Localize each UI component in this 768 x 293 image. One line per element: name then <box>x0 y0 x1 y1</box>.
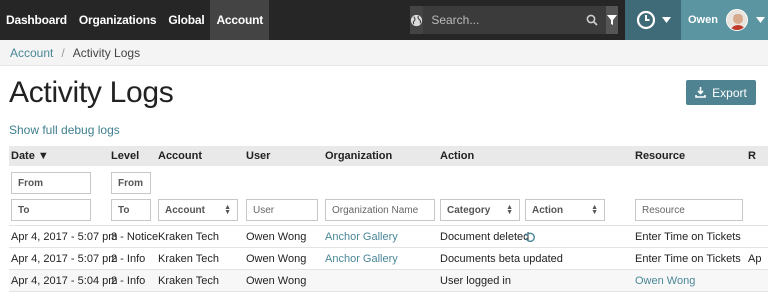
nav-dashboard[interactable]: Dashboard <box>0 0 73 40</box>
level-to-input[interactable]: To <box>111 199 151 221</box>
globe-scope-button[interactable] <box>410 6 424 34</box>
level-from-input[interactable]: From <box>111 172 151 194</box>
breadcrumb-current: Activity Logs <box>72 45 141 60</box>
category-select-label: Category <box>447 204 491 216</box>
chevron-down-icon <box>661 17 671 23</box>
search-filter-button[interactable] <box>606 6 618 34</box>
filter-icon <box>607 15 618 25</box>
search-box <box>423 6 607 34</box>
table-row: Apr 4, 2017 - 5:07 pm 3 - Notice Kraken … <box>9 226 768 248</box>
cell-account: Kraken Tech <box>158 275 219 287</box>
date-to-input[interactable]: To <box>11 199 91 221</box>
download-icon <box>695 87 706 98</box>
cell-resource: Enter Time on Tickets <box>635 253 741 265</box>
export-label: Export <box>712 85 747 100</box>
search-icon[interactable] <box>586 14 598 26</box>
select-arrows-icon: ▲ ▼ <box>506 204 513 216</box>
cell-organization-link[interactable]: Anchor Gallery <box>325 231 398 243</box>
cell-organization-link[interactable]: Anchor Gallery <box>325 253 398 265</box>
action-select-label: Action <box>532 204 564 216</box>
cell-level: 2 - Info <box>111 275 146 287</box>
column-header-action: Action <box>440 150 475 162</box>
breadcrumb-separator: / <box>61 45 65 60</box>
cell-level: 3 - Notice <box>111 231 159 243</box>
user-menu[interactable]: Owen <box>681 0 768 40</box>
cell-level: 2 - Info <box>111 253 146 265</box>
column-header-account: Account <box>158 150 202 162</box>
avatar <box>725 9 748 31</box>
select-arrows-icon: ▲ ▼ <box>224 204 231 216</box>
table-row: Apr 4, 2017 - 5:04 pm 2 - Info Kraken Te… <box>9 270 768 292</box>
breadcrumb-account-link[interactable]: Account <box>10 46 53 60</box>
chevron-down-icon <box>755 17 765 23</box>
filter-row: From To From To Account ▲ ▼ User Organiza… <box>9 166 768 226</box>
export-button[interactable]: Export <box>686 80 756 105</box>
cell-account: Kraken Tech <box>158 231 219 243</box>
show-debug-logs-link[interactable]: Show full debug logs <box>9 123 120 137</box>
column-header-user: User <box>246 150 271 162</box>
account-select[interactable]: Account ▲ ▼ <box>158 199 238 221</box>
nav-global[interactable]: Global <box>162 0 210 40</box>
table-row: Apr 4, 2017 - 5:07 pm 2 - Info Kraken Te… <box>9 248 768 270</box>
cell-overflow: Ap <box>748 253 762 265</box>
column-header-overflow: R <box>748 150 756 162</box>
top-navbar: Dashboard Organizations Global Account S… <box>0 0 768 40</box>
column-header-level: Level <box>111 150 140 162</box>
page-title: Activity Logs <box>9 76 174 109</box>
recent-history-button[interactable] <box>625 0 681 40</box>
user-name: Owen <box>688 14 718 26</box>
category-select[interactable]: Category ▲ ▼ <box>440 199 520 221</box>
nav-account[interactable]: Account <box>210 0 270 40</box>
search-input[interactable] <box>431 13 587 27</box>
column-header-resource: Resource <box>635 150 686 162</box>
organization-name-input[interactable]: Organization Name <box>325 199 435 221</box>
cell-user: Owen Wong <box>246 231 307 243</box>
nav-organizations[interactable]: Organizations <box>73 0 162 40</box>
column-header-organization: Organization <box>325 150 393 162</box>
cell-date: Apr 4, 2017 - 5:07 pm <box>11 253 118 265</box>
cell-date: Apr 4, 2017 - 5:07 pm <box>11 231 118 243</box>
user-input[interactable]: User <box>246 199 318 221</box>
cell-account: Kraken Tech <box>158 253 219 265</box>
cell-user: Owen Wong <box>246 253 307 265</box>
cell-action: Documents beta updated <box>440 253 563 265</box>
cell-action: User logged in <box>440 275 511 287</box>
cell-resource: Enter Time on Tickets <box>635 231 741 243</box>
restore-icon[interactable] <box>525 232 535 242</box>
date-from-input[interactable]: From <box>11 172 91 194</box>
cell-action: Document deleted <box>440 231 530 243</box>
activity-log-table: Date ▼ Level Account User Organization A… <box>9 146 768 292</box>
cell-date: Apr 4, 2017 - 5:04 pm <box>11 275 118 287</box>
clock-icon <box>636 10 655 30</box>
main-nav: Dashboard Organizations Global Account <box>0 0 270 40</box>
table-header-row: Date ▼ Level Account User Organization A… <box>9 146 768 166</box>
select-arrows-icon: ▲ ▼ <box>591 204 598 216</box>
column-header-date[interactable]: Date ▼ <box>11 150 49 162</box>
account-select-label: Account <box>165 204 205 216</box>
resource-input[interactable]: Resource <box>635 199 743 221</box>
breadcrumb: Account / Activity Logs <box>0 40 768 66</box>
globe-icon <box>411 14 423 26</box>
cell-resource-link[interactable]: Owen Wong <box>635 275 695 287</box>
search-group <box>410 6 618 34</box>
cell-user: Owen Wong <box>246 275 307 287</box>
action-select[interactable]: Action ▲ ▼ <box>525 199 605 221</box>
